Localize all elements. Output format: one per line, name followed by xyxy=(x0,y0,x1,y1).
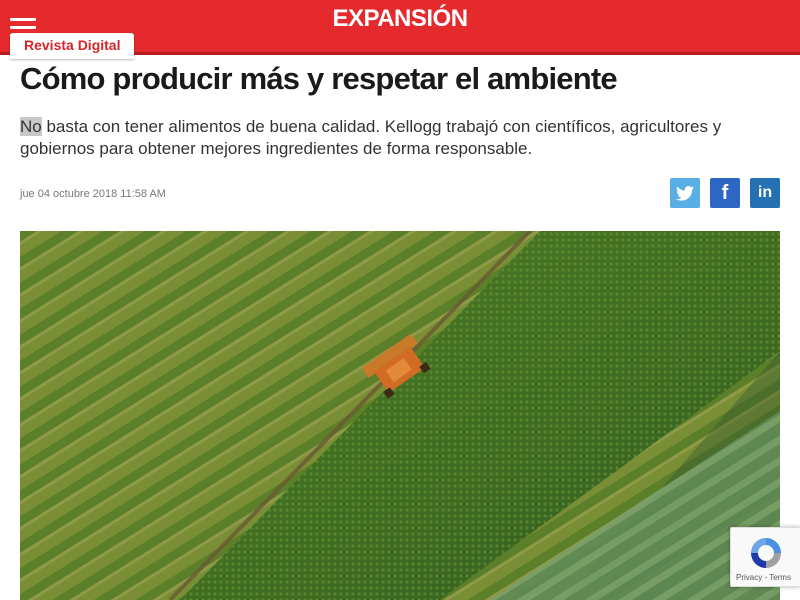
hero-image xyxy=(20,231,780,600)
site-logo[interactable]: EXPANSIÓN xyxy=(0,5,800,33)
article-date: jue 04 octubre 2018 11:58 AM xyxy=(20,188,166,200)
section-link[interactable]: Revista Digital xyxy=(24,37,120,53)
linkedin-share-button[interactable]: in xyxy=(750,178,780,208)
field-aerial-image xyxy=(20,231,780,600)
recaptcha-badge[interactable]: Privacy - Terms xyxy=(730,527,800,587)
twitter-icon xyxy=(676,185,694,201)
twitter-share-button[interactable] xyxy=(670,178,700,208)
article-title: Cómo producir más y respetar el ambiente xyxy=(20,61,618,96)
facebook-share-button[interactable]: f xyxy=(710,178,740,208)
article-lede: No basta con tener alimentos de buena ca… xyxy=(20,116,785,160)
recaptcha-terms[interactable]: Privacy - Terms xyxy=(736,573,791,582)
lede-highlighted-word: No xyxy=(20,117,42,136)
lede-text: basta con tener alimentos de buena calid… xyxy=(20,117,722,158)
section-tab[interactable]: Revista Digital xyxy=(10,33,135,59)
recaptcha-icon xyxy=(751,538,781,568)
linkedin-icon: in xyxy=(757,184,773,201)
facebook-icon: f xyxy=(721,181,729,204)
